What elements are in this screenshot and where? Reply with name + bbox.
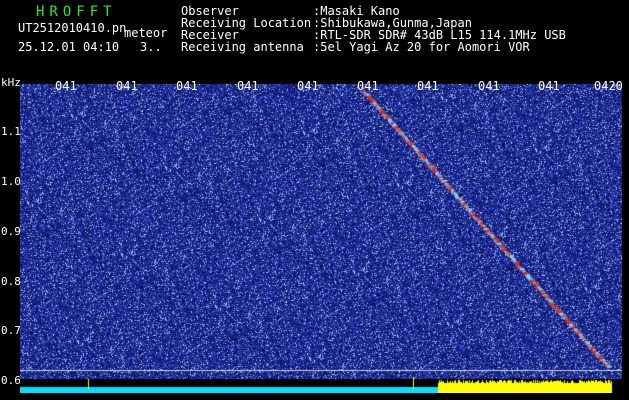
time-tick: 041 [538,79,560,93]
time-tick: 0420 [594,79,623,93]
time-tick: 041 [417,79,439,93]
app-title: HROFFT [36,4,117,20]
time-tick: 041 [116,79,138,93]
time-tick: 041 [55,79,77,93]
freq-tick: 1.0 [1,175,21,188]
detect-type: meteor [124,26,168,40]
spectrogram-canvas [20,84,622,393]
file-name: UT2512010410.pn [18,21,127,35]
time-tick: 041 [478,79,500,93]
time-tick: 041 [297,79,319,93]
freq-tick: 0.9 [1,225,21,238]
time-tick: 041 [176,79,198,93]
freq-tick: 0.8 [1,275,21,288]
time-axis: 041 041 041 041 041 041 041 041 041 0420 [0,77,629,93]
antenna-label: Receiving antenna [181,40,304,54]
time-tick: 041 [357,79,379,93]
freq-tick: 0.7 [1,324,21,337]
antenna-value: :5el Yagi Az 20 for Aomori VOR [313,40,530,54]
frequency-axis: kHz 1.1 1.0 0.9 0.8 0.7 0.6 [0,76,21,400]
date-time: 25.12.01 04:10 [18,40,120,54]
time-tick: 041 [237,79,259,93]
count: 3.. [140,40,162,54]
freq-tick: 0.6 [1,374,21,387]
freq-tick: 1.1 [1,125,21,138]
header-panel: HROFFT UT2512010410.pn meteor 25.12.01 0… [0,0,629,76]
